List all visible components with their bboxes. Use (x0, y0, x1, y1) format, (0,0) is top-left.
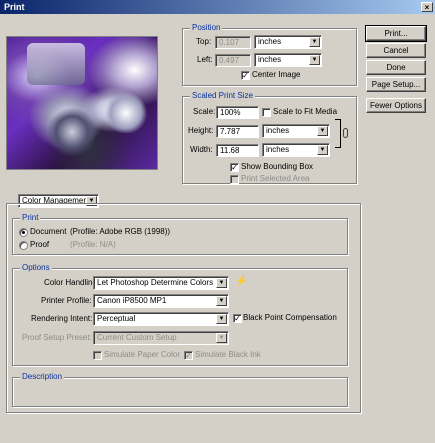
color-handling-select[interactable]: Let Photoshop Determine Colors ▼ (93, 276, 229, 290)
chevron-down-icon[interactable]: ▼ (216, 278, 227, 288)
description-group (12, 377, 348, 407)
chain-link-icon[interactable] (343, 128, 348, 138)
close-button[interactable]: × (421, 2, 433, 12)
print-selected-area-checkbox[interactable] (230, 175, 239, 184)
printer-profile-select[interactable]: Canon iP8500 MP1 ▼ (93, 294, 229, 308)
scale-to-fit-checkbox[interactable] (262, 108, 271, 117)
title-bar: Print × (0, 0, 435, 14)
proof-label: Proof (30, 240, 50, 249)
chevron-down-icon[interactable]: ▼ (216, 314, 227, 324)
simulate-paper-checkbox[interactable] (93, 351, 102, 360)
cancel-button[interactable]: Cancel (366, 43, 426, 58)
link-bracket (335, 119, 341, 148)
left-unit-select[interactable]: inches ▼ (254, 53, 322, 67)
proof-setup-label: Proof Setup Preset: (22, 333, 92, 342)
height-unit-value: inches (266, 126, 290, 135)
top-input[interactable]: 0.107 (215, 36, 251, 49)
chevron-down-icon[interactable]: ▼ (309, 55, 320, 65)
show-bounding-box-label: Show Bounding Box (241, 162, 314, 171)
done-button[interactable]: Done (366, 60, 426, 75)
window-title: Print (4, 2, 25, 12)
proof-radio[interactable] (19, 241, 28, 250)
print-group-title: Print (20, 213, 41, 222)
simulate-paper-label: Simulate Paper Color (104, 350, 181, 359)
black-point-checkbox[interactable]: ✓ (233, 314, 242, 323)
color-handling-label: Color Handling: (44, 278, 100, 287)
height-label: Height: (188, 126, 214, 135)
chevron-down-icon[interactable]: ▼ (317, 126, 328, 136)
width-unit-value: inches (266, 145, 290, 154)
page-setup-button[interactable]: Page Setup... (366, 77, 426, 92)
top-unit-select[interactable]: inches ▼ (254, 35, 322, 49)
rendering-intent-select[interactable]: Perceptual ▼ (93, 312, 229, 326)
print-dialog: Print × Position Top: 0.107 inches ▼ Lef… (0, 0, 435, 443)
color-handling-value: Let Photoshop Determine Colors (97, 278, 214, 287)
printer-profile-label: Printer Profile: (41, 296, 92, 305)
proof-setup-value: Current Custom Setup (97, 333, 177, 342)
width-unit-select[interactable]: inches ▼ (262, 143, 330, 157)
left-label: Left: (197, 55, 213, 64)
info-icon[interactable]: ⚡ (235, 276, 247, 288)
height-input[interactable]: 7.787 (216, 125, 259, 138)
scale-label: Scale: (193, 107, 216, 116)
chevron-down-icon[interactable]: ▼ (216, 296, 227, 306)
print-button[interactable]: Print... (365, 25, 427, 42)
document-label: Document (30, 227, 67, 236)
scaled-group-title: Scaled Print Size (190, 91, 255, 100)
rendering-intent-value: Perceptual (97, 314, 136, 323)
chevron-down-icon[interactable]: ▼ (309, 37, 320, 47)
height-unit-select[interactable]: inches ▼ (262, 124, 330, 138)
simulate-ink-label: Simulate Black Ink (195, 350, 261, 359)
options-group-title: Options (20, 263, 52, 272)
black-point-label: Black Point Compensation (243, 313, 337, 322)
position-group-title: Position (190, 23, 223, 32)
width-input[interactable]: 11.68 (216, 144, 259, 157)
proof-profile: (Profile: N/A) (70, 240, 116, 249)
center-image-checkbox[interactable]: ✓ (241, 71, 250, 80)
printer-profile-value: Canon iP8500 MP1 (97, 296, 167, 305)
chevron-down-icon[interactable]: ▼ (317, 145, 328, 155)
print-selected-area-label: Print Selected Area (241, 174, 310, 183)
scale-input[interactable]: 100% (216, 106, 259, 119)
fewer-options-button[interactable]: Fewer Options (366, 98, 426, 113)
center-image-label: Center Image (252, 70, 301, 79)
width-label: Width: (190, 145, 213, 154)
left-input[interactable]: 0.497 (215, 54, 251, 67)
image-preview (6, 36, 158, 170)
chevron-down-icon[interactable]: ▼ (216, 333, 227, 343)
rendering-intent-label: Rendering Intent: (31, 314, 93, 323)
document-profile: (Profile: Adobe RGB (1998)) (70, 227, 171, 236)
top-label: Top: (196, 37, 212, 46)
left-unit-value: inches (258, 55, 282, 64)
simulate-ink-checkbox[interactable]: ✓ (184, 351, 193, 360)
scale-to-fit-label: Scale to Fit Media (273, 107, 338, 116)
document-radio[interactable] (19, 228, 28, 237)
proof-setup-select[interactable]: Current Custom Setup ▼ (93, 331, 229, 345)
show-bounding-box-checkbox[interactable]: ✓ (230, 163, 239, 172)
top-unit-value: inches (258, 37, 282, 46)
description-group-title: Description (20, 372, 65, 381)
